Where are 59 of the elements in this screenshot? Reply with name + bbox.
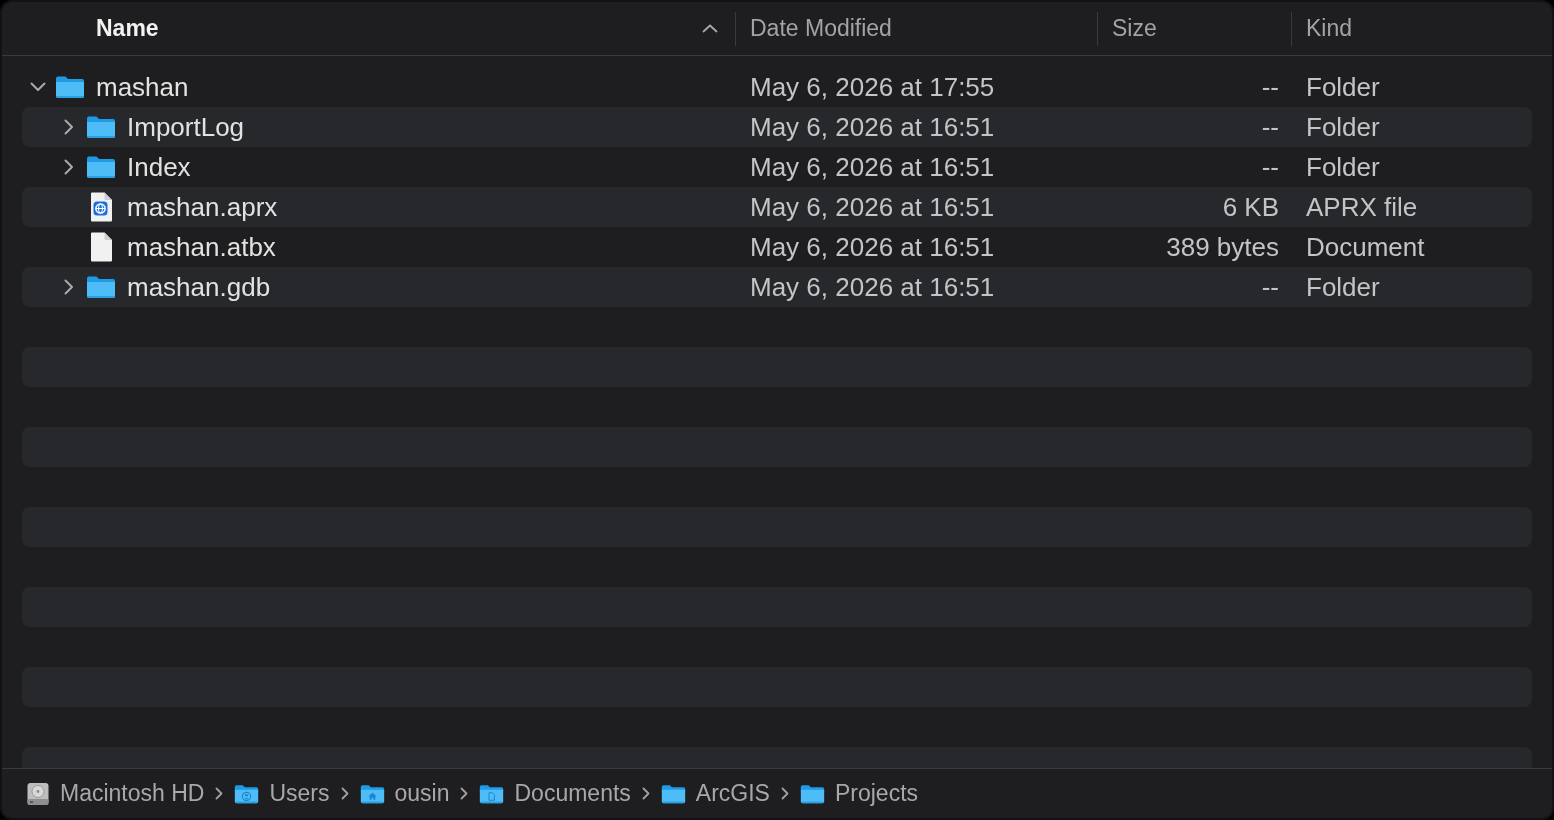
column-header[interactable]: Date Modified: [736, 2, 1097, 55]
chevron-right-icon: [340, 787, 349, 800]
path-item[interactable]: Macintosh HD: [26, 776, 205, 811]
file-size: --: [1261, 270, 1279, 304]
striped-row[interactable]: mashan.aprx May 6, 2026 at 16:51 6 KB APRX file: [22, 187, 1532, 227]
chevron-right-icon[interactable]: [64, 159, 74, 175]
file-name: mashan.gdb: [127, 270, 271, 304]
folder-person-icon: [234, 783, 260, 804]
folder-icon: [660, 783, 686, 804]
folder-house-icon: [359, 783, 385, 804]
file-name: mashan: [96, 70, 189, 104]
file-kind: APRX file: [1306, 190, 1418, 224]
file-kind: Folder: [1306, 150, 1380, 184]
modified-date: May 6, 2026 at 16:51: [750, 150, 995, 184]
path-item[interactable]: ousin: [359, 776, 450, 811]
column-header[interactable]: Kind: [1292, 2, 1532, 55]
caret-icon: [702, 24, 718, 33]
striped-row[interactable]: mashan.gdb May 6, 2026 at 16:51 -- Folder: [22, 267, 1532, 307]
folder-document-icon: [479, 783, 505, 804]
column-header[interactable]: Name: [22, 2, 735, 55]
path-item[interactable]: Users: [234, 776, 330, 811]
hard-drive-icon: [26, 781, 50, 806]
striped-row[interactable]: ImportLog May 6, 2026 at 16:51 -- Folder: [22, 107, 1532, 147]
folder-icon: [86, 275, 116, 299]
modified-date: May 6, 2026 at 16:51: [750, 190, 995, 224]
column-header[interactable]: Size: [1098, 2, 1291, 55]
path-item[interactable]: Documents: [479, 776, 631, 811]
chevron-right-icon: [215, 787, 224, 800]
file-size: --: [1261, 70, 1279, 104]
file-size: 389 bytes: [1166, 230, 1279, 264]
document-globe-icon: [89, 192, 113, 222]
modified-date: May 6, 2026 at 16:51: [750, 110, 995, 144]
chevron-down-icon[interactable]: [30, 82, 46, 92]
path-item[interactable]: Projects: [799, 776, 919, 811]
file-kind: Folder: [1306, 110, 1380, 144]
file-kind: Folder: [1306, 270, 1380, 304]
file-size: 6 KB: [1222, 190, 1279, 224]
chevron-right-icon: [641, 787, 650, 800]
file-name: ImportLog: [127, 110, 245, 144]
file-name: mashan.aprx: [127, 190, 278, 224]
document-icon: [89, 232, 113, 262]
file-size: --: [1261, 150, 1279, 184]
file-size: --: [1261, 110, 1279, 144]
modified-date: May 6, 2026 at 16:51: [750, 270, 995, 304]
folder-icon: [799, 783, 825, 804]
modified-date: May 6, 2026 at 17:55: [750, 70, 995, 104]
folder-icon: [55, 75, 85, 99]
file-name: mashan.atbx: [127, 230, 276, 264]
chevron-right-icon[interactable]: [64, 119, 74, 135]
file-name: Index: [127, 150, 191, 184]
path-item[interactable]: ArcGIS: [660, 776, 770, 811]
chevron-right-icon: [460, 787, 469, 800]
chevron-right-icon: [780, 787, 789, 800]
file-kind: Folder: [1306, 70, 1380, 104]
folder-icon: [86, 155, 116, 179]
folder-icon: [86, 115, 116, 139]
chevron-right-icon[interactable]: [64, 279, 74, 295]
modified-date: May 6, 2026 at 16:51: [750, 230, 995, 264]
file-kind: Document: [1306, 230, 1425, 264]
